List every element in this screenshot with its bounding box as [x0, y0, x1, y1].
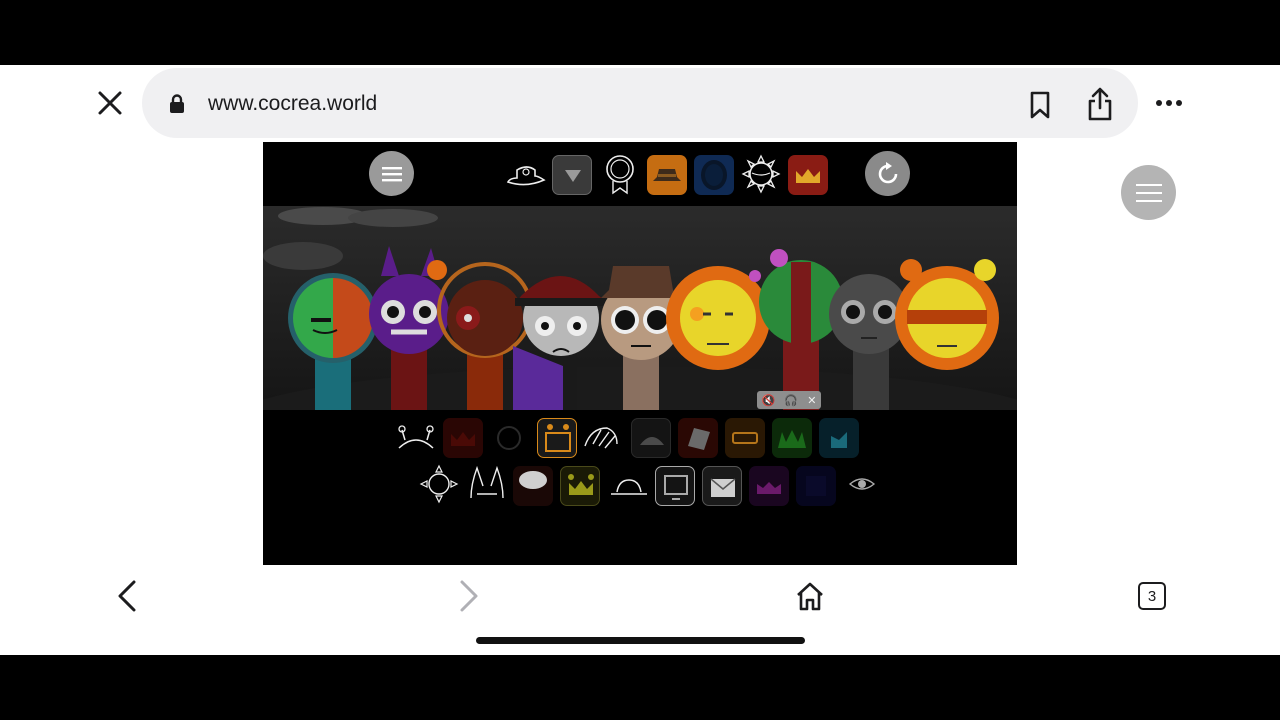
stage-scene [263, 207, 1017, 410]
refresh-icon [878, 161, 897, 183]
blue-dark-slot[interactable] [796, 466, 836, 506]
hair-outline-icon[interactable] [581, 422, 621, 456]
share-icon[interactable] [1084, 86, 1116, 122]
crown-icon [796, 169, 820, 183]
crown-icon [451, 432, 475, 446]
purple-crown-slot[interactable] [749, 466, 789, 506]
more-options-icon[interactable] [1154, 95, 1184, 111]
home-indicator [476, 637, 805, 644]
tab-count: 3 [1147, 587, 1157, 605]
close-tab-button[interactable] [94, 87, 126, 119]
side-menu-button[interactable] [1121, 165, 1176, 220]
game-menu-button[interactable] [369, 151, 414, 196]
shape-icon [806, 476, 826, 496]
game-canvas[interactable]: 🔇 🎧 ✕ [263, 142, 1017, 565]
sound-tray [263, 410, 1017, 565]
sun-outline-icon[interactable] [419, 464, 459, 504]
letterbox-bottom [0, 655, 1280, 720]
monitor-icon [664, 475, 688, 500]
blue-shape-slot[interactable] [819, 418, 859, 458]
headphones-icon[interactable]: 🎧 [784, 394, 798, 407]
tilted-hat-slot[interactable] [678, 418, 718, 458]
close-icon [98, 91, 122, 115]
reset-button[interactable] [865, 151, 910, 196]
speech-bubble-icon [519, 471, 547, 489]
horns-outline-icon[interactable] [467, 464, 507, 504]
url-text[interactable]: www.cocrea.world [208, 92, 377, 116]
hat-grey-slot[interactable] [631, 418, 671, 458]
grass-icon [778, 430, 806, 448]
shape-icon [831, 432, 847, 448]
chevron-down-icon [565, 170, 581, 182]
crown-dark-red-slot[interactable] [443, 418, 483, 458]
lock-icon [170, 94, 184, 113]
letterbox-top [0, 0, 1280, 65]
envelope-icon [710, 478, 736, 497]
frame-orange-slot[interactable] [537, 418, 577, 458]
head-blue-slot[interactable] [694, 155, 734, 195]
crown-yellow-slot[interactable] [560, 466, 600, 506]
ring-dark-icon[interactable] [491, 420, 527, 456]
speech-bubble-slot[interactable] [513, 466, 553, 506]
hat-icon [653, 169, 681, 181]
url-bar[interactable]: www.cocrea.world [142, 68, 1138, 138]
bookmark-icon[interactable] [1026, 90, 1054, 120]
back-chevron-icon[interactable] [112, 579, 144, 613]
bowler-outline-icon[interactable] [609, 468, 649, 504]
hat-orange-slot[interactable] [647, 155, 687, 195]
media-controls: 🔇 🎧 ✕ [757, 391, 821, 409]
character-stage: 🔇 🎧 ✕ [263, 206, 1017, 410]
hat-icon [688, 428, 710, 450]
forward-chevron-icon[interactable] [452, 579, 484, 613]
close-icon[interactable]: ✕ [807, 394, 816, 407]
character-orange-sun[interactable] [895, 259, 999, 370]
crown-red-slot[interactable] [788, 155, 828, 195]
monitor-slot[interactable] [655, 466, 695, 506]
eye-outline-icon[interactable] [847, 472, 877, 496]
crown-icon [757, 482, 781, 494]
medal-outline-icon[interactable] [603, 153, 637, 195]
browser-window: www.cocrea.world 🔇 🎧 ✕ 3 [0, 65, 1280, 655]
glasses-orange-slot[interactable] [725, 418, 765, 458]
tabs-button[interactable]: 3 [1138, 582, 1166, 610]
hamburger-icon [1135, 183, 1162, 202]
grass-green-slot[interactable] [772, 418, 812, 458]
mute-icon[interactable]: 🔇 [762, 394, 776, 407]
dropdown-slot[interactable] [552, 155, 592, 195]
antenna-outline-icon[interactable] [395, 422, 437, 452]
hat-outline-icon[interactable] [505, 162, 547, 188]
crown-icon [568, 474, 594, 495]
glasses-icon [732, 432, 758, 444]
head-silhouette-icon [701, 160, 727, 190]
envelope-slot[interactable] [702, 466, 742, 506]
hat-icon [640, 437, 664, 445]
hamburger-icon [381, 166, 402, 181]
sun-outline-icon[interactable] [740, 153, 782, 195]
home-icon[interactable] [794, 579, 826, 613]
frame-icon [545, 424, 571, 452]
